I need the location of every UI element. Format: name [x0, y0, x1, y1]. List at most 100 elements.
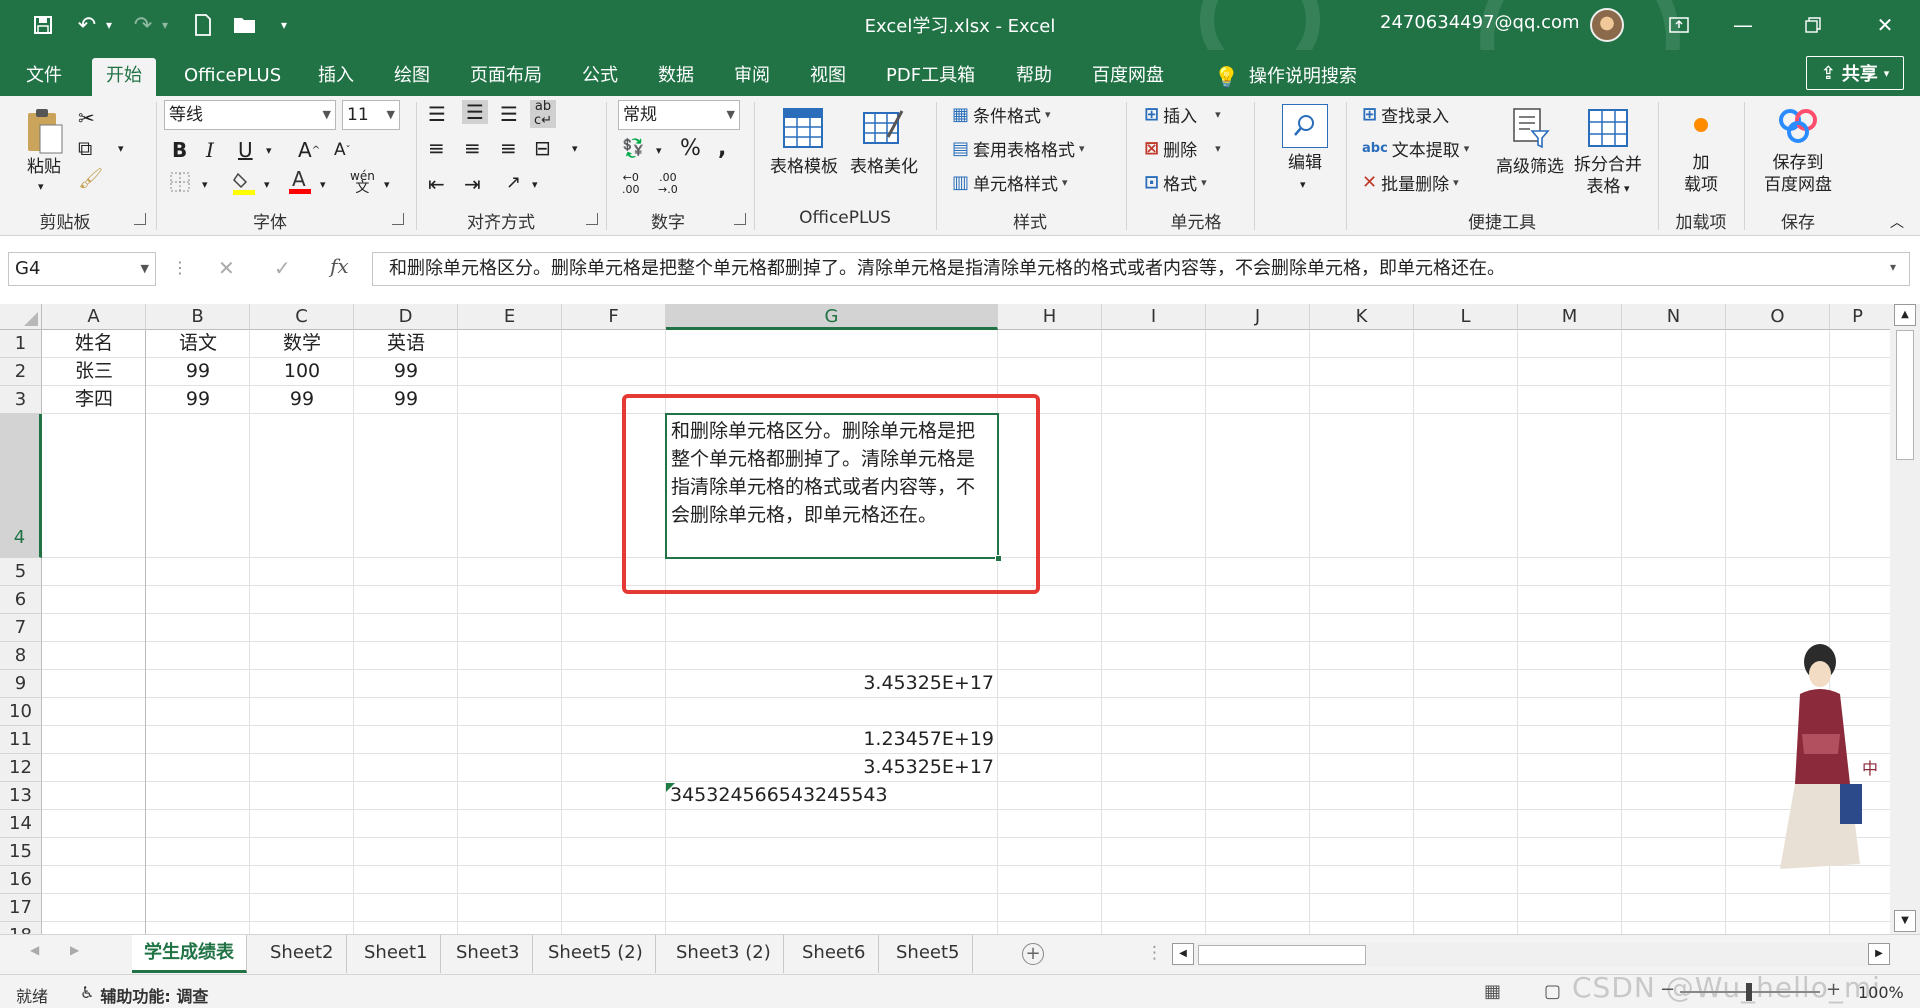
delete-cells-button[interactable]: ⊠ 删除 ▾	[1144, 136, 1221, 161]
column-header-g[interactable]: G	[666, 304, 998, 330]
sheet-tab-8[interactable]: Sheet5	[884, 935, 973, 973]
cut-icon[interactable]: ✂	[78, 106, 95, 130]
merge-dropdown-icon[interactable]: ▾	[572, 142, 578, 155]
sheet-tab-5[interactable]: Sheet5 (2)	[536, 935, 656, 973]
column-header-p[interactable]: P	[1830, 304, 1890, 330]
restore-icon[interactable]	[1790, 6, 1836, 44]
sheet-tab-4[interactable]: Sheet3	[444, 935, 533, 973]
zoom-slider-thumb[interactable]	[1746, 983, 1752, 1001]
phonetic-dropdown-icon[interactable]: ▾	[384, 178, 390, 191]
row-header-3[interactable]: 3	[0, 386, 42, 414]
row-header-10[interactable]: 10	[0, 698, 42, 726]
row-header-17[interactable]: 17	[0, 894, 42, 922]
more-options-icon[interactable]: ⋮	[172, 258, 188, 277]
close-icon[interactable]: ✕	[1862, 6, 1908, 44]
zoom-in-icon[interactable]: +	[1826, 979, 1841, 1000]
sheet-tab-1[interactable]: 学生成绩表	[132, 935, 247, 973]
minimize-icon[interactable]: —	[1720, 6, 1766, 44]
accounting-dropdown-icon[interactable]: ▾	[656, 144, 662, 157]
copy-icon[interactable]: ⧉	[78, 136, 92, 160]
row-header-14[interactable]: 14	[0, 810, 42, 838]
fill-color-icon[interactable]	[232, 170, 256, 196]
expand-formula-bar-icon[interactable]: ▾	[1890, 260, 1896, 274]
user-account[interactable]: 2470634497@qq.com	[1380, 12, 1580, 33]
merge-center-icon[interactable]: ⊟	[534, 136, 551, 160]
scroll-up-icon[interactable]: ▲	[1894, 304, 1916, 326]
column-header-h[interactable]: H	[998, 304, 1102, 330]
align-right-icon[interactable]: ≡	[500, 136, 517, 160]
editing-dropdown-icon[interactable]: ▾	[1300, 178, 1306, 191]
editing-button[interactable]: 编辑	[1276, 152, 1334, 174]
accounting-format-icon[interactable]: 💱	[622, 138, 644, 159]
italic-icon[interactable]: I	[206, 138, 214, 162]
borders-dropdown-icon[interactable]: ▾	[202, 178, 208, 191]
tab-draw[interactable]: 绘图	[380, 58, 444, 96]
tab-review[interactable]: 审阅	[720, 58, 784, 96]
column-header-k[interactable]: K	[1310, 304, 1414, 330]
bold-icon[interactable]: B	[172, 138, 187, 162]
scroll-right-icon[interactable]: ▶	[1868, 943, 1890, 965]
cell-g12[interactable]: 3.45325E+17	[666, 754, 994, 781]
cell-b2[interactable]: 99	[146, 358, 250, 385]
share-button[interactable]: ⇪ 共享 ▾	[1806, 56, 1904, 90]
row-header-12[interactable]: 12	[0, 754, 42, 782]
batch-delete-button[interactable]: ✕ 批量删除 ▾	[1362, 170, 1459, 195]
number-dialog-launcher-icon[interactable]	[734, 213, 746, 225]
vertical-scrollbar[interactable]: ▲ ▼	[1890, 304, 1920, 934]
row-header-5[interactable]: 5	[0, 558, 42, 586]
insert-function-icon[interactable]: fx	[330, 254, 349, 278]
align-top-icon[interactable]: ☰	[428, 102, 446, 126]
comma-style-icon[interactable]: ,	[718, 136, 726, 161]
decrease-decimal-icon[interactable]: .00 →.0	[658, 172, 678, 196]
conditional-format-button[interactable]: ▦ 条件格式 ▾	[952, 102, 1051, 127]
underline-dropdown-icon[interactable]: ▾	[266, 144, 272, 157]
orientation-dropdown-icon[interactable]: ▾	[532, 178, 538, 191]
split-merge-table-icon[interactable]	[1586, 106, 1630, 150]
select-all-corner[interactable]	[0, 304, 42, 330]
row-header-1[interactable]: 1	[0, 330, 42, 358]
tab-pdf-tools[interactable]: PDF工具箱	[872, 58, 989, 96]
column-header-e[interactable]: E	[458, 304, 562, 330]
name-box[interactable]: G4 ▼	[8, 252, 156, 286]
table-beautify-button[interactable]: 表格美化	[846, 156, 922, 178]
cell-styles-button[interactable]: ▥ 单元格样式 ▾	[952, 170, 1068, 195]
table-beautify-icon[interactable]	[860, 106, 906, 150]
add-sheet-icon[interactable]: +	[1022, 943, 1044, 965]
formula-input[interactable]: 和删除单元格区分。删除单元格是把整个单元格都删掉了。清除单元格是指清除单元格的格…	[372, 252, 1910, 286]
baidu-netdisk-icon[interactable]	[1776, 106, 1820, 146]
sheet-tab-2[interactable]: Sheet2	[258, 935, 347, 973]
font-dialog-launcher-icon[interactable]	[392, 213, 404, 225]
orientation-icon[interactable]: ↗	[506, 172, 521, 193]
cell-g13[interactable]: 345324566543245543	[670, 782, 998, 809]
format-as-table-button[interactable]: ▤ 套用表格格式 ▾	[952, 136, 1085, 161]
advanced-filter-icon[interactable]	[1508, 106, 1552, 150]
column-header-a[interactable]: A	[42, 304, 146, 330]
sheet-tab-3[interactable]: Sheet1	[352, 935, 441, 973]
paste-dropdown-icon[interactable]: ▾	[38, 180, 44, 193]
collapse-ribbon-icon[interactable]: ︿	[1890, 212, 1904, 232]
h-scroll-thumb[interactable]	[1198, 945, 1366, 965]
insert-cells-button[interactable]: ⊞ 插入 ▾	[1144, 102, 1221, 127]
advanced-filter-button[interactable]: 高级筛选	[1490, 156, 1570, 178]
table-template-button[interactable]: 表格模板	[766, 156, 842, 178]
text-extract-button[interactable]: abc 文本提取 ▾	[1362, 136, 1469, 161]
tab-formulas[interactable]: 公式	[568, 58, 632, 96]
addins-icon[interactable]	[1686, 110, 1716, 140]
row-header-2[interactable]: 2	[0, 358, 42, 386]
column-header-i[interactable]: I	[1102, 304, 1206, 330]
column-header-o[interactable]: O	[1726, 304, 1830, 330]
cell-d1[interactable]: 英语	[354, 330, 458, 357]
increase-decimal-icon[interactable]: ←0.00	[622, 172, 640, 196]
tab-data[interactable]: 数据	[644, 58, 708, 96]
align-left-icon[interactable]: ≡	[428, 136, 445, 160]
tab-view[interactable]: 视图	[796, 58, 860, 96]
font-name-select[interactable]: 等线 ▼	[164, 100, 336, 130]
save-to-baidu-button[interactable]: 保存到 百度网盘	[1756, 152, 1840, 196]
borders-icon[interactable]	[170, 172, 190, 192]
scroll-down-icon[interactable]: ▼	[1894, 910, 1916, 932]
font-color-icon[interactable]: A	[288, 168, 312, 196]
tab-file[interactable]: 文件	[12, 58, 76, 96]
align-middle-icon[interactable]: ☰	[462, 100, 488, 124]
cell-a2[interactable]: 张三	[42, 358, 146, 385]
increase-font-icon[interactable]: A ^	[298, 138, 320, 162]
